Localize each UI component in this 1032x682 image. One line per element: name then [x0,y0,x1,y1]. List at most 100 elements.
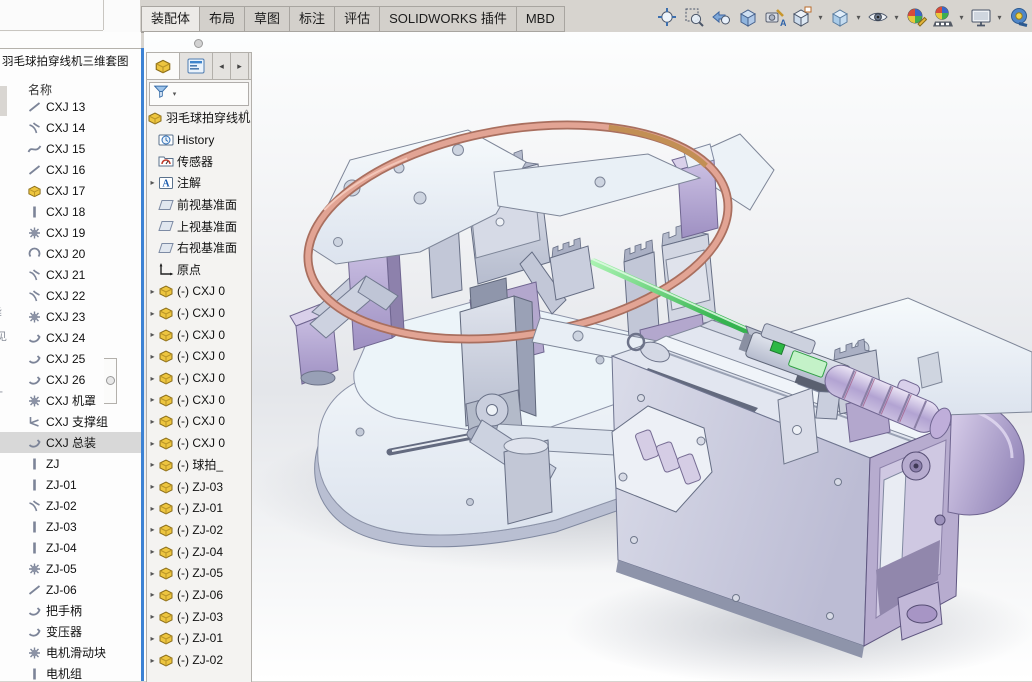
explorer-item-CXJ 13[interactable]: CXJ 13 [0,96,141,117]
feature-tree-item-(-) CXJ 0[interactable]: ▸(-) CXJ 0 [147,367,251,389]
explorer-item-CXJ 18[interactable]: CXJ 18 [0,201,141,222]
expander-arrow-icon[interactable]: ▸ [147,352,158,361]
assembly-tab[interactable] [147,53,180,79]
expander-arrow-icon[interactable]: ▸ [147,178,158,187]
feature-tree-item-History[interactable]: History [147,129,251,151]
explorer-item-CXJ 16[interactable]: CXJ 16 [0,159,141,180]
feature-tree-item-(-) CXJ 0[interactable]: ▸(-) CXJ 0 [147,324,251,346]
expander-arrow-icon[interactable]: ▸ [147,656,158,665]
explorer-item-ZJ-01[interactable]: ZJ-01 [0,474,141,495]
feature-tree-item-传感器[interactable]: 传感器 [147,150,251,172]
expander-arrow-icon[interactable]: ▸ [147,569,158,578]
expander-arrow-icon[interactable]: ▸ [147,309,158,318]
feature-tree-item-(-) ZJ-05[interactable]: ▸(-) ZJ-05 [147,562,251,584]
section-view-icon[interactable] [734,4,761,30]
explorer-item-ZJ-06[interactable]: ZJ-06 [0,579,141,600]
apply-scene-icon[interactable] [929,4,956,30]
feature-tree-item-(-) ZJ-02[interactable]: ▸(-) ZJ-02 [147,519,251,541]
explorer-item-变压器[interactable]: 变压器 [0,621,141,642]
feature-tree-item-原点[interactable]: 原点 [147,259,251,281]
ribbon-tab-布局[interactable]: 布局 [199,6,244,32]
explorer-item-CXJ 22[interactable]: CXJ 22 [0,285,141,306]
view-settings-icon[interactable] [967,4,994,30]
filter-dropdown-arrow[interactable]: ▾ [169,90,180,98]
explorer-item-CXJ 14[interactable]: CXJ 14 [0,117,141,138]
feature-tree-item-(-) ZJ-01[interactable]: ▸(-) ZJ-01 [147,628,251,650]
graphics-viewport[interactable] [144,32,1032,681]
feature-tree-item-前视基准面[interactable]: 前视基准面 [147,194,251,216]
feature-tree-item-(-) CXJ 0[interactable]: ▸(-) CXJ 0 [147,432,251,454]
tape-measure-icon[interactable] [1005,4,1032,30]
expander-arrow-icon[interactable]: ▸ [147,525,158,534]
explorer-item-CXJ 25[interactable]: CXJ 25 [0,348,141,369]
explorer-item-CXJ 19[interactable]: CXJ 19 [0,222,141,243]
ribbon-tab-标注[interactable]: 标注 [289,6,334,32]
back-tab[interactable]: ◂ [213,53,231,79]
explorer-item-CXJ 24[interactable]: CXJ 24 [0,327,141,348]
expander-arrow-icon[interactable]: ▸ [147,417,158,426]
expander-arrow-icon[interactable]: ▸ [147,634,158,643]
explorer-item-CXJ 支撑组[interactable]: CXJ 支撑组 [0,411,141,432]
explorer-item-电机滑动块[interactable]: 电机滑动块 [0,642,141,663]
explorer-item-CXJ 23[interactable]: CXJ 23 [0,306,141,327]
expander-arrow-icon[interactable]: ▸ [147,547,158,556]
apply-scene-dropdown-arrow[interactable]: ▾ [956,13,967,22]
feature-tree-item-(-) ZJ-06[interactable]: ▸(-) ZJ-06 [147,584,251,606]
expander-arrow-icon[interactable]: ▸ [147,612,158,621]
expander-arrow-icon[interactable]: ▸ [147,439,158,448]
feature-tree-item-(-) ZJ-03[interactable]: ▸(-) ZJ-03 [147,476,251,498]
explorer-item-ZJ-04[interactable]: ZJ-04 [0,537,141,558]
view-orientation-dropdown-arrow[interactable]: ▾ [815,13,826,22]
expander-arrow-icon[interactable]: ▸ [147,330,158,339]
feature-tree-item-(-) ZJ-03[interactable]: ▸(-) ZJ-03 [147,606,251,628]
featuremanager-splitter-grip[interactable] [104,358,117,404]
forward-tab[interactable]: ▸ [231,53,249,79]
expander-arrow-icon[interactable]: ▸ [147,460,158,469]
explorer-item-ZJ-03[interactable]: ZJ-03 [0,516,141,537]
display-style-dropdown-arrow[interactable]: ▾ [853,13,864,22]
ribbon-tab-MBD[interactable]: MBD [516,6,565,32]
featuremanager-tab[interactable] [180,53,213,79]
explorer-item-CXJ 机罩[interactable]: CXJ 机罩 [0,390,141,411]
zoom-fit-icon[interactable] [653,4,680,30]
explorer-item-ZJ-02[interactable]: ZJ-02 [0,495,141,516]
ribbon-tab-SOLIDWORKS 插件[interactable]: SOLIDWORKS 插件 [379,6,516,32]
hide-show-items-icon[interactable] [864,4,891,30]
previous-view-icon[interactable] [707,4,734,30]
expander-arrow-icon[interactable]: ▸ [147,590,158,599]
expander-arrow-icon[interactable]: ▸ [147,395,158,404]
explorer-item-CXJ 15[interactable]: CXJ 15 [0,138,141,159]
feature-tree-item-(-) CXJ 0[interactable]: ▸(-) CXJ 0 [147,411,251,433]
annotation-view-icon[interactable]: A [761,4,788,30]
zoom-area-icon[interactable] [680,4,707,30]
feature-tree-item-(-) CXJ 0[interactable]: ▸(-) CXJ 0 [147,302,251,324]
explorer-item-CXJ 26[interactable]: CXJ 26 [0,369,141,390]
explorer-item-把手柄[interactable]: 把手柄 [0,600,141,621]
explorer-item-CXJ 17[interactable]: CXJ 17 [0,180,141,201]
ribbon-tab-评估[interactable]: 评估 [334,6,379,32]
explorer-item-CXJ 总装[interactable]: CXJ 总装 [0,432,141,453]
explorer-item-CXJ 21[interactable]: CXJ 21 [0,264,141,285]
expander-arrow-icon[interactable]: ▸ [147,287,158,296]
string-clamp[interactable] [550,238,594,300]
feature-tree-item-右视基准面[interactable]: 右视基准面 [147,237,251,259]
feature-tree-item-(-) CXJ 0[interactable]: ▸(-) CXJ 0 [147,389,251,411]
display-style-icon[interactable] [826,4,853,30]
explorer-item-电机组[interactable]: 电机组 [0,663,141,681]
feature-tree-item-(-) 球拍_[interactable]: ▸(-) 球拍_ [147,454,251,476]
feature-tree-item-(-) ZJ-04[interactable]: ▸(-) ZJ-04 [147,541,251,563]
expander-arrow-icon[interactable]: ▸ [147,504,158,513]
cad-model[interactable] [144,32,1032,681]
explorer-item-CXJ 20[interactable]: CXJ 20 [0,243,141,264]
explorer-item-ZJ[interactable]: ZJ [0,453,141,474]
explorer-item-ZJ-05[interactable]: ZJ-05 [0,558,141,579]
view-orientation-icon[interactable] [788,4,815,30]
edit-appearance-icon[interactable] [902,4,929,30]
tree-scroll-up-arrow[interactable]: ^ [244,109,249,120]
feature-tree-item-(-) CXJ 0[interactable]: ▸(-) CXJ 0 [147,281,251,303]
feature-tree-item-(-) ZJ-02[interactable]: ▸(-) ZJ-02 [147,649,251,671]
panel-collapse-handle[interactable] [194,39,203,48]
expander-arrow-icon[interactable]: ▸ [147,374,158,383]
view-settings-dropdown-arrow[interactable]: ▾ [994,13,1005,22]
feature-tree-item-上视基准面[interactable]: 上视基准面 [147,215,251,237]
